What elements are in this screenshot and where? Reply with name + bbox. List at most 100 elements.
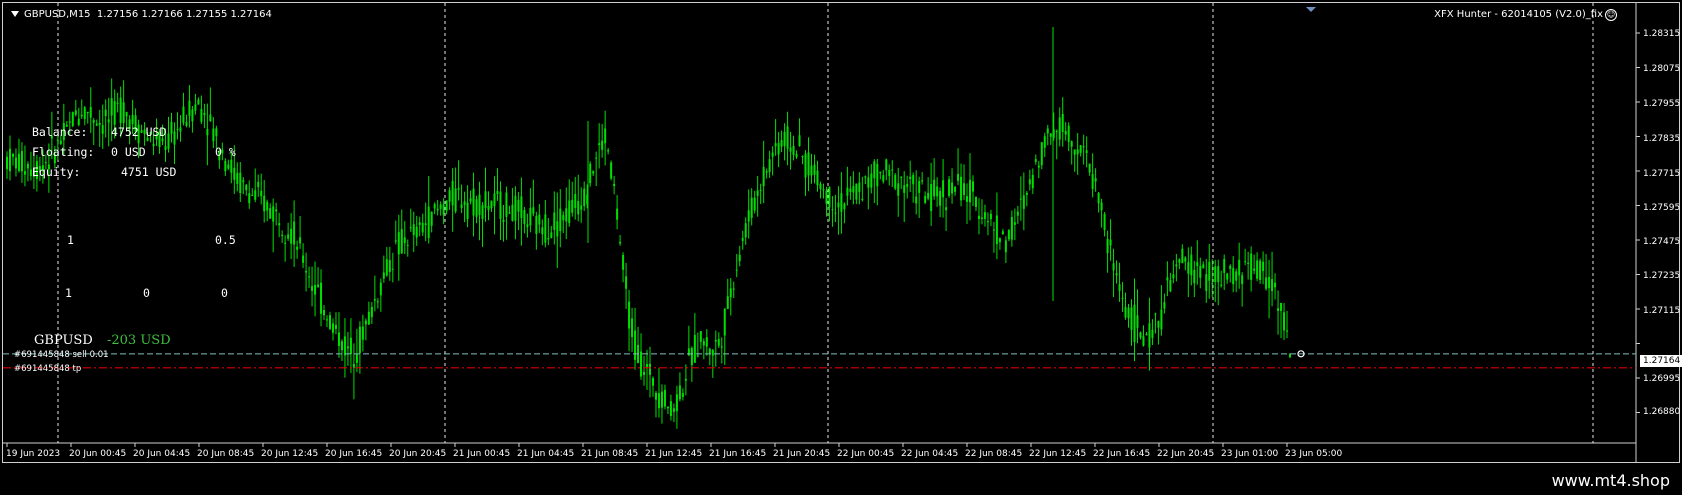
candle-body (113, 101, 116, 125)
candle-body (1073, 149, 1076, 155)
candle-body (717, 339, 720, 346)
candle-body (837, 202, 840, 208)
order-line-label[interactable]: #691445848 sell 0.01 (14, 350, 109, 360)
candle-body (1256, 260, 1259, 279)
candle-body (1148, 323, 1151, 348)
candle-body (275, 209, 278, 212)
candle-body (732, 288, 735, 290)
candle-body (813, 164, 816, 175)
candle-body (1199, 265, 1202, 278)
candle-body (1262, 261, 1265, 272)
candle-body (750, 197, 753, 218)
grid-number: 0 (221, 286, 228, 300)
candle-body (888, 169, 891, 176)
candle-body (986, 221, 989, 223)
candle-body (110, 98, 113, 116)
candle-body (846, 187, 849, 196)
candle-body (1238, 259, 1241, 276)
candle-body (272, 206, 275, 222)
candle-body (6, 156, 8, 170)
candle-body (1235, 271, 1238, 281)
candle-body (628, 301, 631, 329)
candle-body (912, 175, 915, 185)
candle-body (1130, 307, 1133, 331)
candle-body (14, 157, 17, 169)
candle-body (26, 163, 29, 169)
candle-body (765, 171, 768, 173)
candle-body (819, 183, 822, 189)
candle-body (649, 363, 651, 375)
candle-body (406, 244, 409, 246)
candle-body (532, 207, 535, 214)
price-tick: 1.27235 (1643, 271, 1681, 281)
candle-body (296, 246, 299, 250)
grid-number: 0 (143, 286, 150, 300)
candle-body (1175, 264, 1178, 267)
candle-body (1283, 312, 1286, 331)
price-tick: 1.27595 (1643, 203, 1681, 213)
candle-body (1208, 261, 1211, 281)
candle-body (457, 188, 460, 190)
candle-body (194, 104, 197, 111)
candle-body (864, 176, 867, 178)
chevron-down-icon[interactable] (11, 11, 19, 17)
time-tick: 21 Jun 12:45 (645, 449, 703, 459)
candle-body (466, 202, 469, 220)
order-tp-label[interactable]: #691445848 tp (14, 364, 81, 374)
candle-body (966, 196, 969, 202)
candle-body (361, 326, 364, 340)
candle-body (989, 213, 992, 220)
chart-window[interactable]: GBPUSD,M15 1.27156 1.27166 1.27155 1.271… (2, 2, 1682, 463)
candle-body (616, 208, 619, 220)
candle-body (1055, 131, 1058, 133)
candle-body (191, 109, 194, 122)
candle-body (879, 172, 882, 174)
candle-body (798, 135, 801, 147)
candle-body (741, 237, 744, 241)
candle-body (583, 188, 586, 207)
candle-body (323, 310, 326, 316)
candle-body (245, 184, 248, 191)
candle-body (1142, 336, 1145, 346)
candle-body (663, 389, 666, 407)
candle-body (550, 232, 553, 239)
candle-body (439, 204, 442, 209)
smiley-icon[interactable]: ☺ (1605, 9, 1617, 21)
candle-body (493, 193, 496, 207)
price-chart[interactable] (3, 3, 1679, 462)
price-tick: 1.28075 (1643, 64, 1681, 74)
candle-body (651, 378, 654, 386)
chart-shift-icon[interactable] (1306, 7, 1316, 12)
candle-body (287, 234, 290, 239)
candle-body (161, 138, 164, 142)
candle-body (963, 183, 966, 195)
time-tick: 23 Jun 05:00 (1285, 449, 1343, 459)
candle-body (293, 221, 296, 245)
candle-body (254, 190, 257, 200)
candle-body (1103, 213, 1106, 230)
candle-body (562, 215, 565, 221)
candle-body (1070, 141, 1073, 147)
candle-body (960, 176, 963, 201)
candle-body (1067, 125, 1070, 142)
candle-body (376, 301, 379, 303)
candle-body (801, 155, 804, 157)
candle-body (828, 186, 831, 208)
balance-label: Balance: (32, 125, 88, 139)
candle-body (789, 147, 792, 152)
candle-body (1094, 178, 1097, 182)
candle-body (873, 161, 876, 179)
candle-body (544, 214, 547, 243)
candle-body (610, 162, 613, 179)
time-tick: 22 Jun 08:45 (965, 449, 1023, 459)
candle-body (1028, 179, 1031, 185)
candle-body (1202, 264, 1205, 269)
candle-body (1121, 297, 1124, 299)
candle-body (995, 215, 998, 245)
candle-body (792, 145, 795, 155)
candle-body (251, 194, 254, 196)
candle-body (1076, 149, 1079, 155)
candle-body (843, 203, 846, 210)
candle-body (834, 212, 837, 214)
candle-body (604, 128, 607, 144)
